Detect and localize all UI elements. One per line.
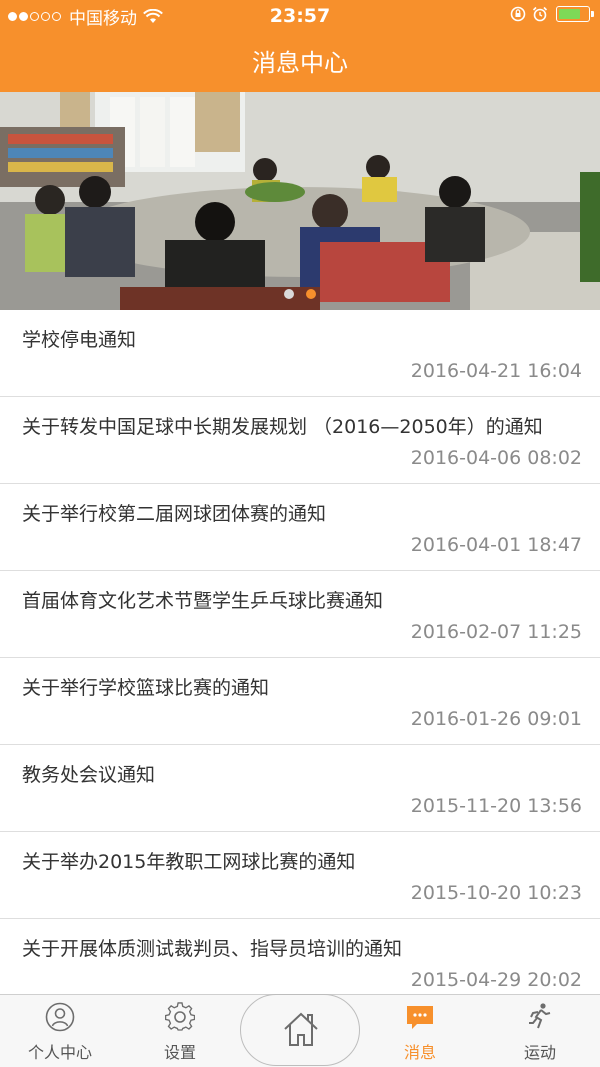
banner-photo (0, 92, 600, 310)
message-list: 学校停电通知 2016-04-21 16:04 关于转发中国足球中长期发展规划 … (0, 310, 600, 1006)
tab-label: 消息 (403, 1043, 436, 1062)
message-date: 2016-04-01 18:47 (410, 534, 582, 556)
message-item[interactable]: 关于举办2015年教职工网球比赛的通知 2015-10-20 10:23 (0, 832, 600, 919)
tab-messages[interactable]: 消息 (360, 995, 480, 1067)
tab-settings[interactable]: 设置 (120, 995, 240, 1067)
message-item[interactable]: 关于举行校第二届网球团体赛的通知 2016-04-01 18:47 (0, 484, 600, 571)
message-date: 2016-02-07 11:25 (410, 621, 582, 643)
message-item[interactable]: 首届体育文化艺术节暨学生乒乓球比赛通知 2016-02-07 11:25 (0, 571, 600, 658)
message-date: 2015-04-29 20:02 (410, 969, 582, 991)
message-title: 关于开展体质测试裁判员、指导员培训的通知 (22, 938, 403, 960)
battery-icon (556, 6, 594, 22)
tab-sports[interactable]: 运动 (480, 995, 600, 1067)
message-title: 首届体育文化艺术节暨学生乒乓球比赛通知 (22, 590, 384, 612)
message-item[interactable]: 关于举行学校篮球比赛的通知 2016-01-26 09:01 (0, 658, 600, 745)
banner-carousel[interactable] (0, 92, 600, 310)
message-title: 学校停电通知 (22, 329, 137, 351)
orientation-lock-icon (510, 6, 526, 22)
message-date: 2015-10-20 10:23 (410, 882, 582, 904)
gear-icon (165, 1002, 195, 1031)
home-icon (284, 1012, 318, 1046)
alarm-icon (532, 6, 548, 22)
message-item[interactable]: 教务处会议通知 2015-11-20 13:56 (0, 745, 600, 832)
tab-home[interactable] (240, 994, 360, 1066)
tab-bar: 个人中心 设置 消息 运动 (0, 994, 600, 1067)
message-title: 关于举行校第二届网球团体赛的通知 (22, 503, 327, 525)
app-header: 中国移动 23:57 消息中心 (0, 0, 600, 92)
message-date: 2016-04-21 16:04 (410, 360, 582, 382)
status-bar: 中国移动 23:57 (0, 0, 600, 32)
tab-label: 个人中心 (27, 1043, 92, 1062)
message-date: 2015-11-20 13:56 (410, 795, 582, 817)
message-date: 2016-04-06 08:02 (410, 447, 582, 469)
message-title: 关于转发中国足球中长期发展规划 （2016—2050年）的通知 (22, 416, 543, 438)
message-item[interactable]: 学校停电通知 2016-04-21 16:04 (0, 310, 600, 397)
message-title: 教务处会议通知 (22, 764, 156, 786)
tab-profile[interactable]: 个人中心 (0, 995, 120, 1067)
page-title: 消息中心 (252, 49, 348, 77)
person-icon (45, 1002, 75, 1032)
pager-dot[interactable] (284, 289, 294, 299)
message-title: 关于举办2015年教职工网球比赛的通知 (22, 851, 356, 873)
running-icon (529, 1003, 551, 1029)
message-date: 2016-01-26 09:01 (410, 708, 582, 730)
message-icon (407, 1006, 433, 1029)
pager-dot-active[interactable] (306, 289, 316, 299)
message-item[interactable]: 关于开展体质测试裁判员、指导员培训的通知 2015-04-29 20:02 (0, 919, 600, 1006)
message-item[interactable]: 关于转发中国足球中长期发展规划 （2016—2050年）的通知 2016-04-… (0, 397, 600, 484)
banner-pager[interactable] (0, 289, 600, 299)
tab-label: 运动 (523, 1043, 556, 1062)
status-right (504, 6, 594, 22)
tab-label: 设置 (163, 1043, 196, 1062)
message-title: 关于举行学校篮球比赛的通知 (22, 677, 270, 699)
